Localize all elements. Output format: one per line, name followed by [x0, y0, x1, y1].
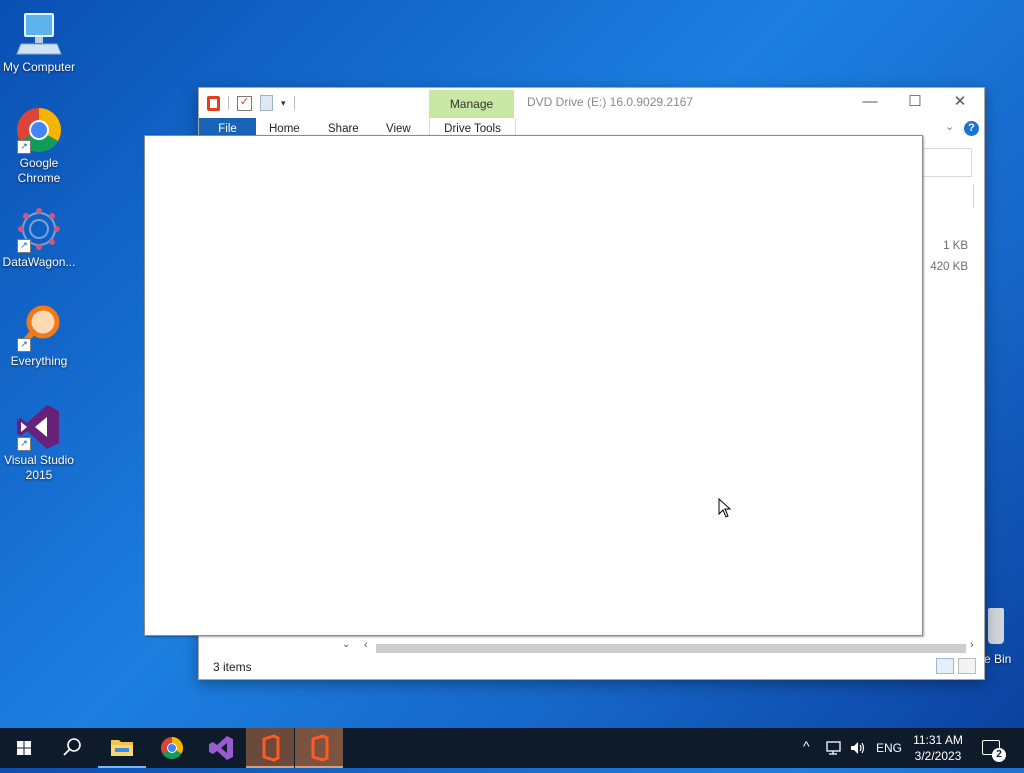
file-size-cell: 1 KB — [943, 240, 968, 252]
show-hidden-icons-chevron-icon[interactable]: ^ — [803, 738, 810, 754]
language-indicator[interactable]: ENG — [876, 741, 902, 755]
windows-logo-icon — [17, 741, 31, 755]
horizontal-scrollbar[interactable]: ‹ › — [364, 639, 982, 656]
desktop-icon-google-chrome[interactable]: ↗ Google Chrome — [0, 106, 78, 186]
customize-toolbar-chevron-icon[interactable]: ▾ — [281, 98, 286, 109]
tab-manage-contextual[interactable]: Manage — [429, 90, 514, 119]
taskbar-office-2[interactable] — [295, 728, 343, 768]
title-bar: ✓ ▾ Manage DVD Drive (E:) 16.0.9029.2167… — [199, 88, 984, 119]
clock[interactable]: 11:31 AM 3/2/2023 — [906, 732, 970, 764]
taskbar-google-chrome[interactable] — [148, 728, 196, 768]
office-icon — [311, 734, 329, 762]
computer-icon — [15, 10, 63, 58]
scroll-right-arrow-icon[interactable]: › — [970, 639, 974, 651]
clock-time: 11:31 AM — [913, 733, 963, 747]
volume-icon[interactable] — [849, 740, 867, 756]
scroll-left-arrow-icon[interactable]: ‹ — [364, 639, 368, 651]
scrollbar-thumb[interactable] — [376, 644, 966, 653]
large-icons-view-icon[interactable] — [958, 658, 976, 674]
chrome-icon: ↗ — [15, 106, 63, 154]
desktop-icon-recycle-bin[interactable]: e Bin — [984, 604, 1024, 674]
office-icon — [207, 95, 220, 111]
office-icon — [262, 734, 280, 762]
start-button[interactable] — [0, 728, 48, 768]
chrome-icon — [161, 737, 183, 759]
minimize-button[interactable]: — — [847, 88, 893, 118]
help-button[interactable]: ? — [964, 121, 979, 136]
quick-access-toolbar: ✓ ▾ — [207, 94, 295, 112]
desktop-icon-label: Google Chrome — [17, 156, 61, 185]
folder-icon — [111, 740, 133, 756]
search-button[interactable] — [48, 728, 96, 768]
scrollbar[interactable] — [973, 184, 974, 208]
status-bar-item-count: 3 items — [213, 660, 252, 674]
desktop-icon-visual-studio[interactable]: ↗ Visual Studio 2015 — [0, 403, 78, 483]
details-view-icon[interactable] — [936, 658, 954, 674]
notification-count-badge: 2 — [992, 748, 1006, 762]
desktop-icon-label: DataWagon... — [2, 255, 76, 269]
maximize-button[interactable]: ☐ — [892, 88, 938, 118]
desktop-icon-datawagon[interactable]: ↗ DataWagon... — [0, 205, 78, 270]
visual-studio-icon — [209, 736, 233, 760]
new-folder-icon[interactable] — [260, 95, 273, 111]
everything-search-icon: ↗ — [15, 304, 63, 352]
recycle-bin-icon — [988, 608, 1004, 644]
search-icon — [63, 738, 81, 756]
expand-ribbon-chevron-icon[interactable]: ⌄ — [945, 120, 954, 133]
shortcut-arrow-icon: ↗ — [17, 239, 31, 253]
desktop-icon-everything[interactable]: ↗ Everything — [0, 304, 78, 369]
shortcut-arrow-icon: ↗ — [17, 140, 31, 154]
taskbar: ^ ENG 11:31 AM 3/2/2023 2 — [0, 728, 1024, 768]
taskbar-file-explorer[interactable] — [98, 728, 146, 768]
nav-pane-dropdown-chevron-icon[interactable]: ⌄ — [342, 639, 350, 650]
shortcut-arrow-icon: ↗ — [17, 437, 31, 451]
close-button[interactable]: ✕ — [937, 88, 983, 118]
network-icon[interactable] — [826, 740, 844, 756]
taskbar-visual-studio[interactable] — [197, 728, 245, 768]
desktop-icon-label: Visual Studio 2015 — [4, 453, 74, 482]
properties-icon[interactable]: ✓ — [237, 95, 252, 111]
desktop-icon-label: My Computer — [2, 60, 76, 74]
file-size-cell: 420 KB — [930, 261, 968, 273]
clock-date: 3/2/2023 — [914, 749, 962, 763]
window-title: DVD Drive (E:) 16.0.9029.2167 — [527, 95, 694, 109]
taskbar-office-1[interactable] — [246, 728, 294, 768]
desktop-icon-label: e Bin — [984, 652, 1012, 666]
mouse-cursor-icon — [718, 498, 732, 518]
datawagon-icon: ↗ — [15, 205, 63, 253]
shortcut-arrow-icon: ↗ — [17, 338, 31, 352]
search-input[interactable] — [922, 148, 972, 177]
view-switcher — [936, 658, 976, 674]
divider — [228, 96, 229, 110]
divider — [293, 96, 295, 110]
visual-studio-icon: ↗ — [15, 403, 63, 451]
desktop-icon-my-computer[interactable]: My Computer — [0, 10, 78, 75]
blank-overlay-panel — [144, 135, 923, 636]
desktop-icon-label: Everything — [10, 354, 68, 368]
